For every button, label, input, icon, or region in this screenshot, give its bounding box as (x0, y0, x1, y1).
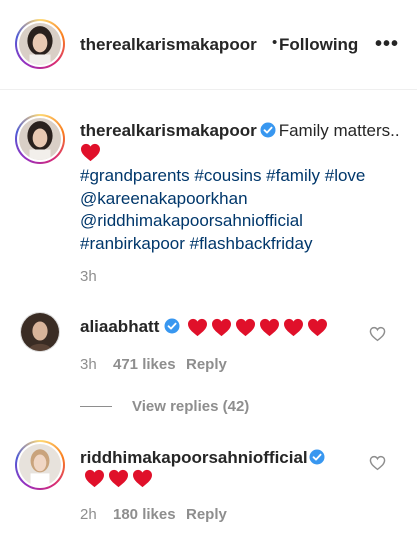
red-heart-emoji (187, 318, 208, 337)
red-heart-emoji (108, 469, 129, 488)
caption-timestamp: 3h (80, 268, 97, 285)
heart-outline-icon[interactable] (369, 326, 386, 342)
red-heart-emoji (211, 318, 232, 337)
comment-hearts (187, 318, 328, 337)
caption-hashtags-2[interactable]: #ranbirkapoor #flashbackfriday (80, 233, 400, 256)
comment-likes[interactable]: 180 likes (113, 506, 176, 523)
red-heart-emoji (283, 318, 304, 337)
following-button[interactable]: Following (279, 35, 358, 55)
red-heart-emoji (80, 143, 101, 162)
heart-outline-icon[interactable] (369, 455, 386, 471)
caption-username[interactable]: therealkarismakapoor (80, 121, 257, 140)
comment-likes[interactable]: 471 likes (113, 356, 176, 373)
red-heart-emoji (84, 469, 105, 488)
reply-button[interactable]: Reply (186, 506, 227, 523)
verified-badge-icon (164, 318, 180, 334)
red-heart-emoji (307, 318, 328, 337)
caption-avatar[interactable] (15, 114, 65, 164)
profile-photo-icon (21, 313, 59, 351)
header-separator: • (272, 34, 278, 51)
replies-divider (80, 406, 112, 407)
comment-username[interactable]: riddhimakapoorsahniofficial (80, 448, 308, 468)
header-username[interactable]: therealkarismakapoor (80, 35, 257, 55)
verified-badge-icon (260, 122, 276, 138)
comment-timestamp: 3h (80, 356, 97, 373)
more-options-icon[interactable]: ••• (375, 33, 399, 56)
profile-photo-icon (19, 23, 61, 65)
red-heart-emoji (259, 318, 280, 337)
comment-avatar-riddhima[interactable] (15, 440, 65, 490)
view-replies-button[interactable]: View replies (42) (132, 398, 249, 415)
comment-hearts (84, 469, 153, 488)
mention-kareena[interactable]: @kareenakapoorkhan (80, 188, 400, 211)
reply-button[interactable]: Reply (186, 356, 227, 373)
comment-username[interactable]: aliaabhatt (80, 317, 159, 337)
red-heart-emoji (132, 469, 153, 488)
caption-text: Family matters.. (278, 121, 400, 140)
comment-timestamp: 2h (80, 506, 97, 523)
profile-photo-icon (19, 118, 61, 160)
comment-avatar-aliaabhatt[interactable] (20, 312, 60, 352)
verified-badge-icon (309, 449, 325, 465)
profile-photo-icon (19, 444, 61, 486)
mention-riddhima[interactable]: @riddhimakapoorsahniofficial (80, 210, 400, 233)
post-caption: therealkarismakapoor Family matters.. #gr… (80, 120, 400, 255)
red-heart-emoji (235, 318, 256, 337)
caption-hashtags[interactable]: #grandparents #cousins #family #love (80, 165, 400, 188)
post-header: therealkarismakapoor • Following ••• (0, 0, 417, 90)
header-avatar[interactable] (15, 19, 65, 69)
